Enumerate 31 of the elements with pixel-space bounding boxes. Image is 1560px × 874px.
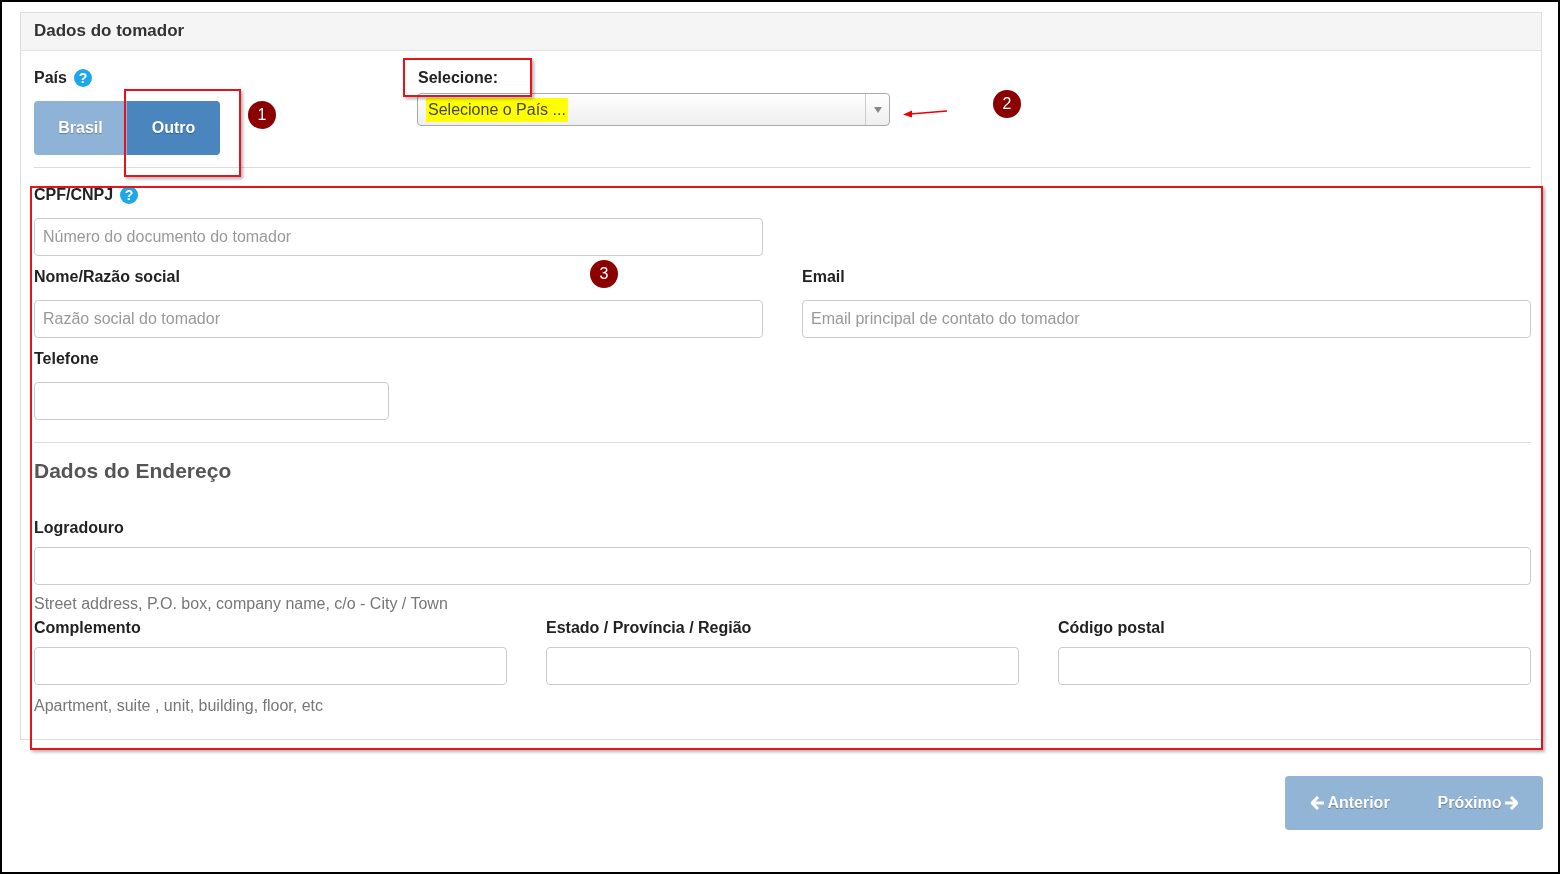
input-field[interactable] (34, 382, 389, 420)
input-field[interactable]: Número do documento do tomador (34, 218, 763, 256)
panel-title: Dados do tomador (21, 13, 1541, 51)
field-label: CPF/CNPJ (34, 186, 114, 204)
field-label: Email (802, 268, 845, 286)
input-field[interactable] (546, 647, 1019, 685)
country-toggle-button[interactable]: Brasil (34, 101, 127, 155)
help-text: Street address, P.O. box, company name, c/o - City / Town (34, 595, 449, 613)
input-field[interactable]: Email principal de contato do tomador (802, 300, 1531, 338)
field-label: Estado / Província / Região (546, 619, 753, 637)
help-text: Apartment, suite , unit, building, floor, etc (34, 697, 325, 715)
arrow-icon (902, 108, 948, 118)
input-field[interactable] (34, 547, 1531, 585)
country-dropdown[interactable]: Selecione o País ... (417, 93, 890, 126)
field-label: Nome/Razão social (34, 268, 180, 286)
input-field[interactable] (1058, 647, 1531, 685)
section-heading: Dados do Endereço (34, 459, 233, 483)
arrow-right-icon (1503, 796, 1518, 810)
field-label: Complemento (34, 619, 142, 637)
input-field[interactable]: Razão social do tomador (34, 300, 763, 338)
next-button[interactable]: Próximo (1414, 776, 1543, 830)
previous-button[interactable]: Anterior (1285, 776, 1414, 830)
field-label: País (34, 69, 67, 87)
field-label: Telefone (34, 350, 99, 368)
arrow-left-icon (1311, 796, 1326, 810)
help-icon[interactable]: ? (73, 69, 92, 87)
field-label: Código postal (1058, 619, 1166, 637)
country-toggle-button[interactable]: Outro (127, 101, 220, 155)
input-field[interactable] (34, 647, 507, 685)
field-label: Selecione: (418, 68, 499, 88)
field-label: Logradouro (34, 519, 125, 537)
